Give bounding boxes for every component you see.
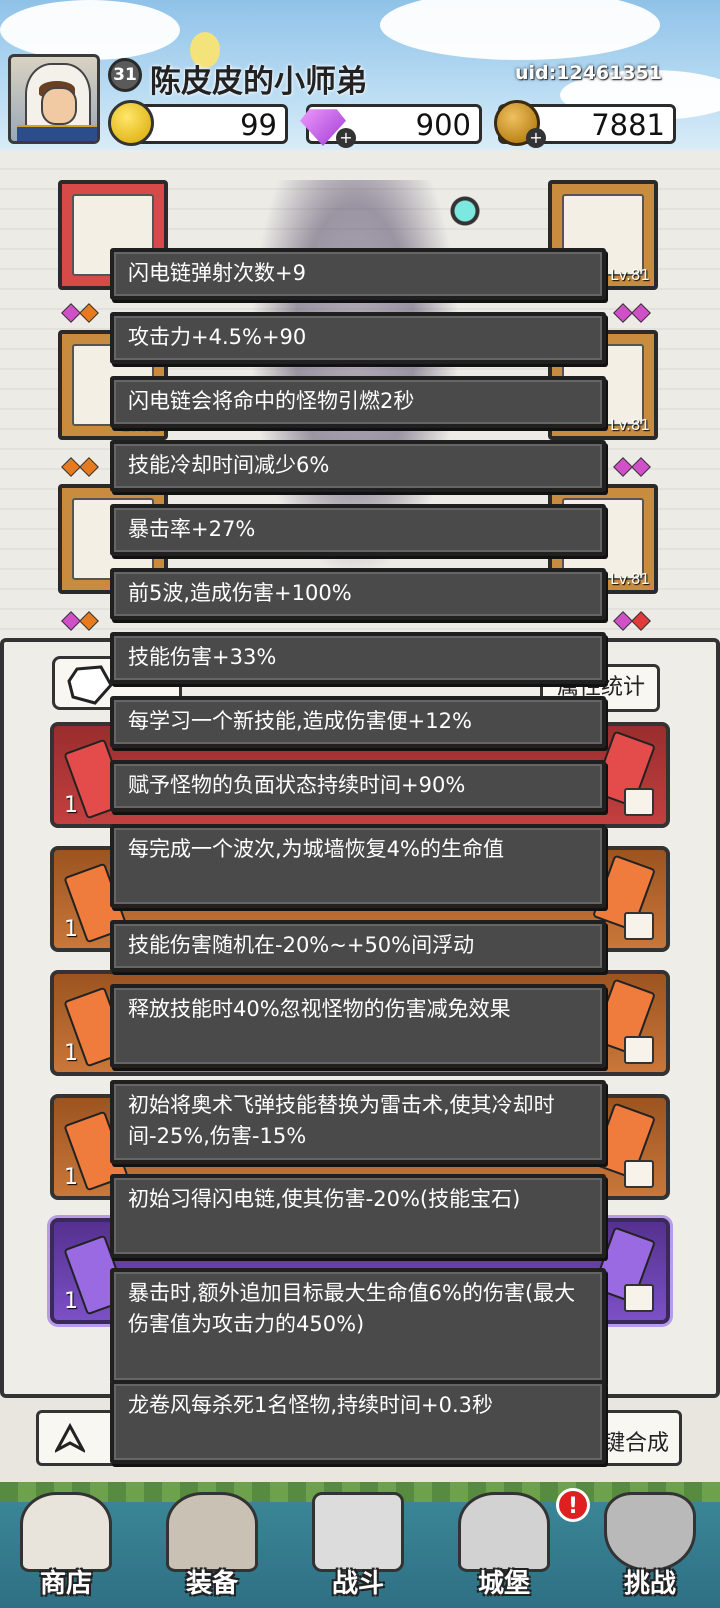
add-gem-plus-icon[interactable]: + (336, 128, 356, 148)
player-level-badge: 31 (108, 58, 142, 92)
gem-sockets (61, 457, 99, 477)
slot-level: Lv.81 (610, 570, 650, 588)
item-count: 1 (64, 917, 78, 942)
item-count: 1 (64, 793, 78, 818)
effect-line: 前5波,造成伤害+100% (110, 568, 606, 620)
effect-line: 闪电链弹射次数+9 (110, 248, 606, 300)
nav-shop-label: 商店 (39, 1569, 92, 1599)
effect-line: 每完成一个波次,为城墙恢复4%的生命值 (110, 824, 606, 908)
backpack-icon (166, 1492, 258, 1572)
effect-line: 技能冷却时间减少6% (110, 440, 606, 492)
coin-value: 99 (240, 108, 277, 142)
effect-line: 每学习一个新技能,造成伤害便+12% (110, 696, 606, 748)
ring-icon (624, 788, 654, 816)
nav-equipment[interactable]: 装备 (152, 1488, 272, 1606)
nav-challenge[interactable]: 挑战 (590, 1488, 710, 1606)
crossed-swords-icon (312, 1492, 404, 1572)
effect-line: 攻击力+4.5%+90 (110, 312, 606, 364)
coin-icon (108, 100, 154, 146)
nav-battle-label: 战斗 (331, 1569, 384, 1599)
effect-line: 初始将奥术飞弹技能替换为雷击术,使其冷却时间-25%,伤害-15% (110, 1080, 606, 1164)
effect-line: 闪电链会将命中的怪物引燃2秒 (110, 376, 606, 428)
gem-sockets (61, 611, 99, 631)
gem-sockets (613, 611, 651, 631)
effect-line: 初始习得闪电链,使其伤害-20%(技能宝石) (110, 1174, 606, 1258)
magic-staff-icon (420, 176, 510, 246)
arrow-up-icon (55, 1423, 85, 1453)
player-uid: uid:12461351 (515, 62, 662, 84)
item-count: 1 (64, 1041, 78, 1066)
item-count: 1 (64, 1165, 78, 1190)
nav-castle[interactable]: 城堡 (444, 1488, 564, 1606)
nav-battle[interactable]: 战斗 (298, 1488, 418, 1606)
effect-line: 技能伤害+33% (110, 632, 606, 684)
armor-icon (624, 1284, 654, 1312)
player-avatar[interactable] (8, 54, 100, 144)
nav-shop[interactable]: 商店 (6, 1488, 126, 1606)
nav-castle-label: 城堡 (477, 1569, 530, 1599)
effect-line: 释放技能时40%忽视怪物的伤害减免效果 (110, 984, 606, 1068)
effect-line: 技能伤害随机在-20%~+50%间浮动 (110, 920, 606, 972)
necklace-icon (624, 1160, 654, 1188)
item-count: 1 (64, 1289, 78, 1314)
shop-hut-icon (20, 1492, 112, 1572)
add-gold-plus-icon[interactable]: + (526, 128, 546, 148)
armor-icon (624, 912, 654, 940)
player-name: 陈皮皮的小师弟 (150, 64, 367, 100)
effect-line: 暴击时,额外追加目标最大生命值6%的伤害(最大伤害值为攻击力的450%) (110, 1268, 606, 1384)
gem-sockets (613, 303, 651, 323)
gem-sockets (61, 303, 99, 323)
nav-challenge-label: 挑战 (623, 1569, 676, 1599)
slot-level: Lv.81 (610, 266, 650, 284)
effect-line: 赋予怪物的负面状态持续时间+90% (110, 760, 606, 812)
castle-icon (458, 1492, 550, 1572)
slot-level: Lv.81 (610, 416, 650, 434)
shield-icon (604, 1492, 696, 1572)
gem-outline-icon (67, 665, 113, 705)
helmet-icon (624, 1036, 654, 1064)
nav-equipment-label: 装备 (185, 1569, 238, 1599)
gem-value: 900 (415, 108, 471, 142)
gold-value: 7881 (591, 108, 665, 142)
gem-sockets (613, 457, 651, 477)
castle-alert-badge: ! (556, 1488, 590, 1522)
effect-line: 暴击率+27% (110, 504, 606, 556)
effect-line: 龙卷风每杀死1名怪物,持续时间+0.3秒 (110, 1380, 606, 1464)
